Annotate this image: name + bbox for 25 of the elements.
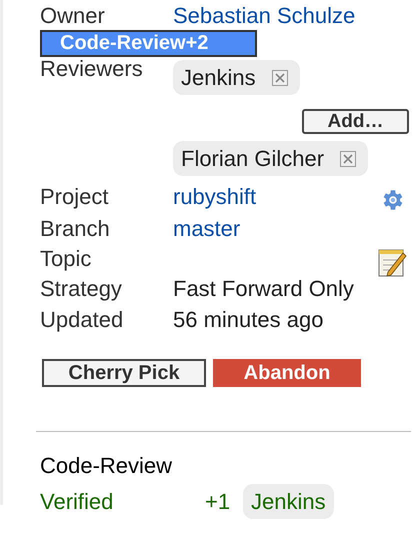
field-label: Reviewers [40,55,144,83]
tooltip: Code-Review+2 [40,30,257,57]
add-reviewer-button[interactable]: Add… [302,109,409,134]
remove-icon[interactable] [272,70,288,86]
field-link[interactable]: rubyshift [173,180,256,213]
field-label: Strategy [40,275,123,303]
field-label: Updated [40,306,124,334]
reviewer-name: Florian Gilcher [181,145,324,173]
field-value: Fast Forward Only [173,275,354,303]
field-link[interactable]: Sebastian Schulze [173,0,356,32]
field-link[interactable]: master [173,212,240,244]
field-label: Owner [40,2,106,30]
label-name: Verified [40,488,114,516]
remove-icon[interactable] [340,150,356,166]
action-button[interactable]: Cherry Pick [42,359,206,387]
field-label: Branch [40,214,111,242]
field-label: Project [40,183,110,211]
notepad-pencil-icon[interactable] [378,247,407,277]
field-value: 56 minutes ago [173,306,324,334]
vote-score: +1 [205,488,232,516]
label-name: Code-Review [40,452,174,480]
reviewer-name: Jenkins [181,64,256,92]
field-label: Topic [40,244,92,273]
abandon-button[interactable]: Abandon [213,359,361,387]
reviewer-chip: Jenkins [243,484,334,518]
